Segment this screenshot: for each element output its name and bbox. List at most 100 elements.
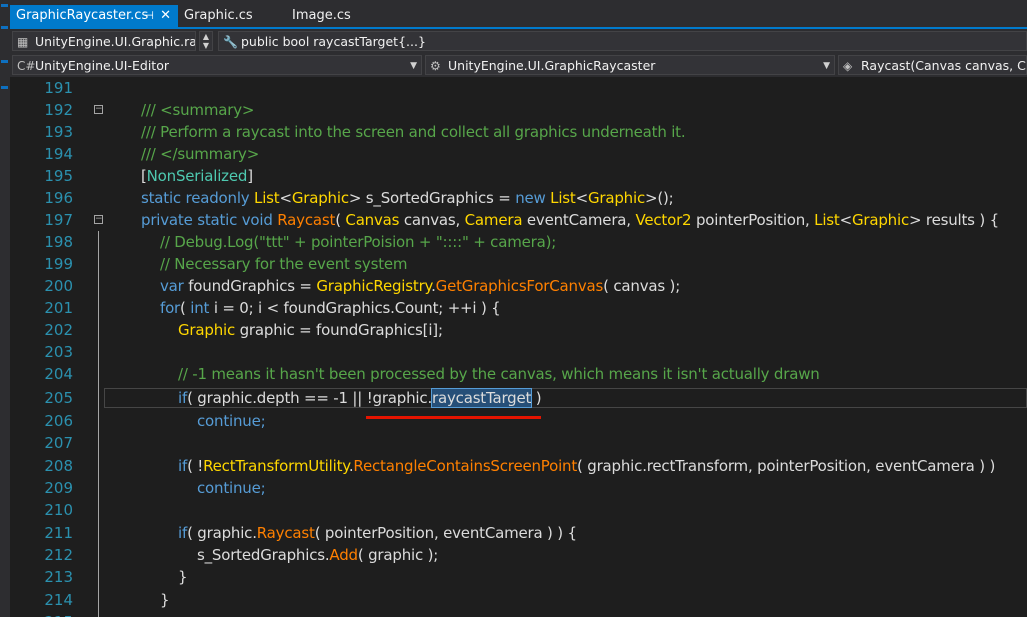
line-number: 203 bbox=[44, 343, 73, 361]
code-text: Graphic graphic = foundGraphics[i]; bbox=[178, 319, 443, 341]
token: canvas, bbox=[403, 211, 461, 229]
token: < bbox=[279, 189, 292, 207]
collapse-icon[interactable]: − bbox=[94, 105, 103, 114]
type-dropdown-value: UnityEngine.UI.Graphic.ra bbox=[35, 34, 196, 49]
line-number: 200 bbox=[44, 277, 73, 295]
code-text: } bbox=[178, 568, 188, 586]
token: int bbox=[190, 299, 210, 317]
tab-graphic[interactable]: Graphic.cs bbox=[178, 5, 282, 27]
line-number: 199 bbox=[44, 255, 73, 273]
token: Canvas bbox=[345, 211, 400, 229]
line-number: 197 bbox=[44, 211, 73, 229]
token: Graphic bbox=[291, 189, 349, 207]
line-number: 213 bbox=[44, 568, 73, 586]
token: ( graphic ); bbox=[357, 546, 439, 564]
token: List bbox=[254, 189, 280, 207]
token: if bbox=[178, 457, 188, 475]
member-spinner[interactable]: ▲ ▼ bbox=[199, 31, 213, 51]
line-number: 210 bbox=[44, 501, 73, 519]
code-line: 206 continue; bbox=[10, 410, 1027, 432]
token: pointerPosition, bbox=[695, 211, 810, 229]
code-line: 203 bbox=[10, 341, 1027, 363]
code-editor[interactable]: 191 192 − /// <summary> 193 /// Perform … bbox=[10, 77, 1027, 617]
document-tab-bar: GraphicRaycaster.cs ⊣ ✕ Graphic.cs Image… bbox=[10, 0, 1027, 29]
token: GraphicRegistry bbox=[316, 277, 432, 295]
chevron-down-icon: ▼ bbox=[823, 61, 830, 71]
code-line-current: 205 if( graphic.depth == -1 || !graphic.… bbox=[10, 387, 1027, 409]
line-number: 215 bbox=[10, 611, 73, 617]
token: Add bbox=[329, 546, 358, 564]
code-text: s_SortedGraphics.Add( graphic ); bbox=[197, 544, 438, 566]
line-number: 202 bbox=[44, 321, 73, 339]
code-line: 199 // Necessary for the event system bbox=[10, 253, 1027, 275]
type-dropdown[interactable]: ▦ UnityEngine.UI.Graphic.ra bbox=[12, 31, 196, 51]
code-text: continue; bbox=[197, 479, 266, 497]
toolbox-tab-2[interactable] bbox=[1, 60, 8, 63]
toolbox-tab[interactable] bbox=[1, 4, 8, 7]
token: ( pointerPosition, eventCamera ) ) { bbox=[314, 524, 577, 542]
member-dropdown-value: public bool raycastTarget{...} bbox=[241, 34, 426, 49]
token: NonSerialized bbox=[146, 167, 248, 185]
code-text: /// </summary> bbox=[141, 145, 260, 163]
line-number: 207 bbox=[44, 434, 73, 452]
pin-icon[interactable]: ⊣ bbox=[144, 5, 154, 27]
token: Vector2 bbox=[635, 211, 692, 229]
token: s_SortedGraphics. bbox=[197, 546, 330, 564]
code-line: 200 var foundGraphics = GraphicRegistry.… bbox=[10, 275, 1027, 297]
code-line: 208 if( !RectTransformUtility.RectangleC… bbox=[10, 455, 1027, 477]
wrench-icon: 🔧 bbox=[223, 35, 238, 49]
tab-image[interactable]: Image.cs bbox=[286, 5, 376, 27]
class-dropdown[interactable]: ⚙ UnityEngine.UI.GraphicRaycaster ▼ bbox=[425, 55, 835, 75]
token: > results ) { bbox=[909, 211, 999, 229]
token: static readonly bbox=[141, 189, 250, 207]
method-icon: ◈ bbox=[843, 59, 853, 73]
line-number: 201 bbox=[44, 299, 73, 317]
code-text: // Necessary for the event system bbox=[160, 255, 408, 273]
csharp-project-icon: C# bbox=[17, 59, 36, 73]
token: Graphic bbox=[178, 321, 236, 339]
token: new bbox=[515, 189, 546, 207]
line-number: 204 bbox=[44, 365, 73, 383]
token: Raycast bbox=[277, 211, 336, 229]
token: List bbox=[550, 189, 576, 207]
token: if bbox=[178, 524, 188, 542]
collapse-icon[interactable]: − bbox=[94, 215, 103, 224]
member-dropdown[interactable]: 🔧 public bool raycastTarget{...} bbox=[218, 31, 1027, 51]
code-text: var foundGraphics = GraphicRegistry.GetG… bbox=[160, 275, 680, 297]
line-number: 193 bbox=[44, 123, 73, 141]
token: ( canvas ); bbox=[603, 277, 681, 295]
code-line: 212 s_SortedGraphics.Add( graphic ); bbox=[10, 544, 1027, 566]
token: ) bbox=[535, 389, 542, 407]
code-line: 193 /// Perform a raycast into the scree… bbox=[10, 121, 1027, 143]
token: Camera bbox=[464, 211, 523, 229]
selected-token[interactable]: raycastTarget bbox=[431, 388, 533, 408]
code-text: static readonly List<Graphic> s_SortedGr… bbox=[141, 187, 674, 209]
code-line: 197 − private static void Raycast( Canva… bbox=[10, 209, 1027, 231]
token: eventCamera, bbox=[526, 211, 631, 229]
token: var bbox=[160, 277, 184, 295]
line-number: 198 bbox=[44, 233, 73, 251]
tab-graphicraycaster[interactable]: GraphicRaycaster.cs ⊣ ✕ bbox=[10, 5, 178, 27]
method-dropdown-value: Raycast(Canvas canvas, Came bbox=[861, 58, 1026, 73]
server-explorer-tab[interactable] bbox=[1, 26, 8, 29]
line-number: 194 bbox=[44, 145, 73, 163]
code-line: 192 − /// <summary> bbox=[10, 99, 1027, 121]
token: foundGraphics = bbox=[188, 277, 312, 295]
token: GetGraphicsForCanvas bbox=[435, 277, 604, 295]
project-dropdown[interactable]: C# UnityEngine.UI-Editor ▼ bbox=[12, 55, 422, 75]
class-icon: ⚙ bbox=[430, 59, 441, 73]
method-dropdown[interactable]: ◈ Raycast(Canvas canvas, Came bbox=[838, 55, 1027, 75]
token: < bbox=[839, 211, 853, 229]
class-dropdown-value: UnityEngine.UI.GraphicRaycaster bbox=[448, 58, 656, 73]
toolbox-tab-3[interactable] bbox=[1, 86, 8, 89]
token: < bbox=[575, 189, 589, 207]
line-number: 214 bbox=[44, 591, 73, 609]
line-number: 191 bbox=[44, 79, 73, 97]
code-line: 211 if( graphic.Raycast( pointerPosition… bbox=[10, 522, 1027, 544]
line-number: 206 bbox=[44, 412, 73, 430]
token: i = 0; i < foundGraphics.Count; ++i ) { bbox=[213, 299, 501, 317]
code-line: 209 continue; bbox=[10, 477, 1027, 499]
close-icon[interactable]: ✕ bbox=[160, 5, 171, 27]
code-line: 196 static readonly List<Graphic> s_Sort… bbox=[10, 187, 1027, 209]
line-number: 208 bbox=[44, 457, 73, 475]
